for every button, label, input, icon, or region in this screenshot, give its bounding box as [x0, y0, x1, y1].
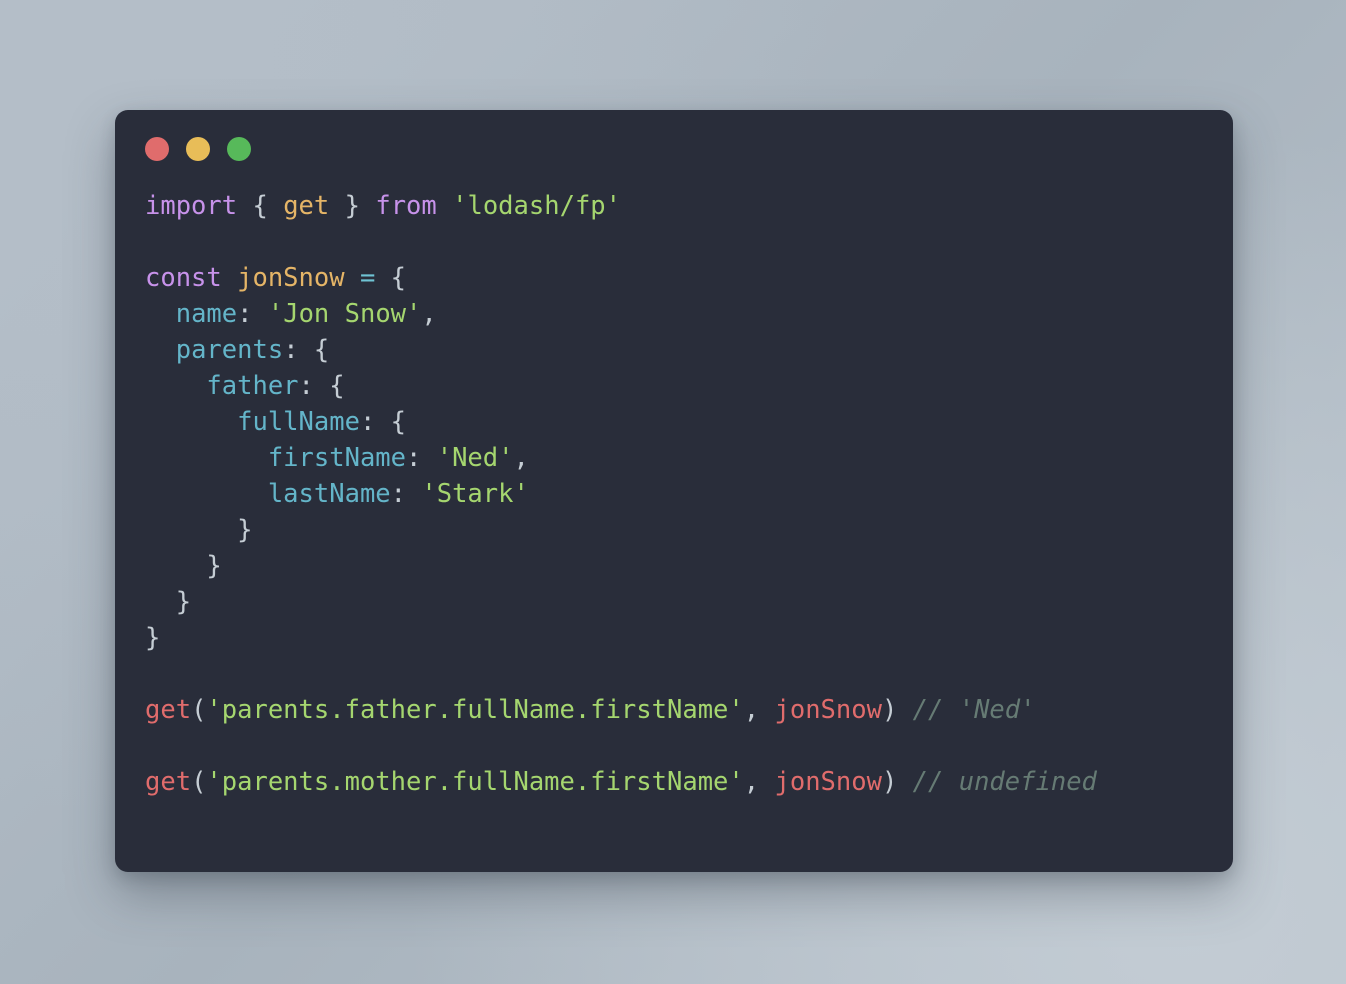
code-token-punc	[897, 767, 912, 797]
code-token-str: 'Ned'	[436, 443, 514, 473]
code-token-punc: ,	[513, 443, 529, 473]
code-token-punc: {	[390, 407, 407, 437]
code-token-punc: :	[283, 335, 314, 365]
code-token-cmt: // 'Ned'	[912, 695, 1036, 725]
code-token-prop: father	[206, 371, 299, 401]
code-token-op: =	[359, 263, 376, 293]
code-token-fn: get	[145, 695, 192, 725]
code-line: fullName: {	[145, 407, 406, 437]
code-token-cmt: // undefined	[912, 767, 1097, 797]
code-token-punc: :	[406, 443, 437, 473]
window-titlebar	[115, 110, 1233, 188]
code-token-arg: jonSnow	[774, 767, 882, 797]
code-token-punc: :	[390, 479, 422, 509]
code-token-fn: get	[145, 767, 192, 797]
code-token-punc	[329, 191, 344, 221]
code-token-punc: )	[881, 695, 898, 725]
code-token-prop: fullName	[237, 407, 360, 437]
code-snippet-window: import { get } from 'lodash/fp' const jo…	[115, 110, 1233, 872]
code-token-punc: }	[344, 191, 360, 221]
code-token-punc: (	[191, 695, 207, 725]
code-line: name: 'Jon Snow',	[145, 299, 437, 329]
code-token-punc: :	[359, 407, 391, 437]
code-token-punc	[237, 191, 252, 221]
code-token-punc	[145, 443, 268, 473]
code-token-kw: import	[145, 191, 238, 221]
code-token-punc	[360, 191, 375, 221]
code-token-punc	[145, 407, 237, 437]
code-token-punc: )	[881, 767, 898, 797]
code-body: import { get } from 'lodash/fp' const jo…	[115, 188, 1233, 800]
code-token-punc: {	[390, 263, 407, 293]
code-token-punc	[897, 695, 912, 725]
maximize-button[interactable]	[227, 137, 251, 161]
code-line: }	[145, 623, 160, 653]
code-token-str: 'Stark'	[421, 479, 529, 509]
code-token-ident: get	[283, 191, 330, 221]
code-token-str: 'Jon Snow'	[267, 299, 422, 329]
code-token-punc	[145, 479, 268, 509]
code-token-punc	[145, 299, 176, 329]
code-token-punc	[145, 371, 206, 401]
page-backdrop: import { get } from 'lodash/fp' const jo…	[0, 0, 1346, 984]
code-token-punc: ,	[421, 299, 437, 329]
code-token-arg: jonSnow	[774, 695, 882, 725]
code-line: const jonSnow = {	[145, 263, 406, 293]
code-token-punc: }	[145, 551, 222, 581]
close-button[interactable]	[145, 137, 169, 161]
code-line: parents: {	[145, 335, 330, 365]
code-token-punc	[145, 335, 176, 365]
code-token-punc: {	[329, 371, 345, 401]
code-line: }	[145, 551, 222, 581]
code-token-punc	[222, 263, 237, 293]
code-token-punc: :	[237, 299, 268, 329]
code-token-ident: jonSnow	[237, 263, 345, 293]
code-token-prop: parents	[175, 335, 284, 365]
code-line: firstName: 'Ned',	[145, 443, 529, 473]
code-token-str: 'parents.father.fullName.firstName'	[206, 695, 744, 725]
code-line: }	[145, 587, 191, 617]
code-line: }	[145, 515, 252, 545]
code-line: lastName: 'Stark'	[145, 479, 529, 509]
code-token-kw: const	[145, 263, 222, 293]
code-token-punc: ,	[743, 695, 775, 725]
code-block[interactable]: import { get } from 'lodash/fp' const jo…	[145, 188, 1233, 800]
code-token-punc: }	[145, 587, 192, 617]
code-token-str: 'parents.mother.fullName.firstName'	[206, 767, 744, 797]
code-token-prop: lastName	[267, 479, 391, 509]
code-token-str: 'lodash/fp'	[452, 191, 622, 221]
code-token-punc: :	[298, 371, 330, 401]
code-token-punc: }	[145, 623, 161, 653]
code-line: get('parents.mother.fullName.firstName',…	[145, 767, 1097, 797]
code-token-punc: ,	[743, 767, 775, 797]
code-token-punc	[375, 263, 390, 293]
code-line: get('parents.father.fullName.firstName',…	[145, 695, 1036, 725]
minimize-button[interactable]	[186, 137, 210, 161]
code-line: import { get } from 'lodash/fp'	[145, 191, 621, 221]
code-line: father: {	[145, 371, 345, 401]
code-token-punc	[345, 263, 360, 293]
code-token-punc	[268, 191, 283, 221]
code-token-prop: firstName	[267, 443, 406, 473]
code-token-punc: }	[145, 515, 253, 545]
code-token-prop: name	[175, 299, 238, 329]
code-token-kw: from	[375, 191, 437, 221]
code-token-punc: {	[252, 191, 268, 221]
code-token-punc: (	[191, 767, 207, 797]
code-token-punc	[437, 191, 452, 221]
code-token-punc: {	[313, 335, 330, 365]
